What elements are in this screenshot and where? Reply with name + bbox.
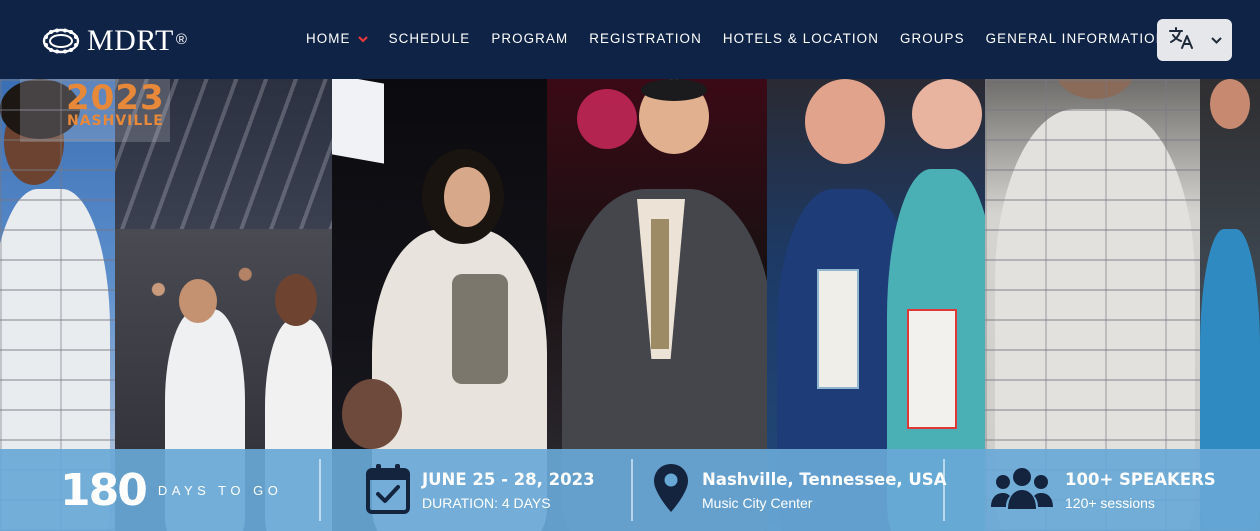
event-location-title: Nashville, Tennessee, USA xyxy=(702,469,947,489)
nav-label: GENERAL INFORMATION xyxy=(985,31,1167,46)
brand-name: MDRT xyxy=(87,24,174,57)
days-count: 180 xyxy=(60,464,148,516)
nav-item-registration[interactable]: REGISTRATION xyxy=(589,31,702,46)
event-venue: Music City Center xyxy=(702,494,813,511)
event-dates: JUNE 25 - 28, 2023 DURATION: 4 DAYS xyxy=(366,449,595,531)
nav-item-hotels-location[interactable]: HOTELS & LOCATION xyxy=(723,31,879,46)
registered-mark: ® xyxy=(175,30,187,48)
divider xyxy=(943,459,945,521)
nav-label: GROUPS xyxy=(899,31,965,46)
sessions-count: 120+ sessions xyxy=(1065,494,1155,511)
nav-item-general-information[interactable]: GENERAL INFORMATION xyxy=(986,31,1184,46)
translate-icon xyxy=(1169,26,1195,54)
nav-label: PROGRAM xyxy=(491,31,569,46)
users-icon xyxy=(991,465,1053,516)
days-label: DAYS TO GO xyxy=(157,482,283,498)
top-navbar: MDRT ® HOME SCHEDULE PROGRAM REGISTRATIO… xyxy=(0,0,1260,79)
event-speakers: 100+ SPEAKERS 120+ sessions xyxy=(991,449,1216,531)
event-year: 2023 xyxy=(66,79,165,118)
event-location: Nashville, Tennessee, USA Music City Cen… xyxy=(652,449,946,531)
nav-label: SCHEDULE xyxy=(388,31,471,46)
nav-label: HOTELS & LOCATION xyxy=(722,31,879,46)
nav-item-program[interactable]: PROGRAM xyxy=(491,31,568,46)
language-selector[interactable] xyxy=(1157,19,1232,61)
event-city: NASHVILLE xyxy=(67,113,164,129)
event-duration: DURATION: 4 DAYS xyxy=(422,494,551,511)
event-badge: 2023 NASHVILLE xyxy=(20,79,170,142)
speakers-title: 100+ SPEAKERS xyxy=(1065,469,1216,489)
event-info-bar: 180 DAYS TO GO JUNE 25 - 28, 2023 DURATI… xyxy=(0,449,1260,531)
mdrt-logo[interactable]: MDRT ® xyxy=(41,26,187,56)
nav-item-schedule[interactable]: SCHEDULE xyxy=(389,31,471,46)
main-nav: HOME SCHEDULE PROGRAM REGISTRATION HOTEL… xyxy=(306,31,1204,46)
nav-item-groups[interactable]: GROUPS xyxy=(900,31,965,46)
chevron-down-icon xyxy=(1211,31,1222,49)
chevron-down-icon xyxy=(357,31,368,46)
divider xyxy=(319,459,321,521)
divider xyxy=(631,459,633,521)
nav-item-home[interactable]: HOME xyxy=(306,31,368,46)
event-dates-title: JUNE 25 - 28, 2023 xyxy=(422,469,595,489)
calendar-check-icon xyxy=(366,462,410,519)
nav-label: REGISTRATION xyxy=(589,31,702,46)
nav-label: HOME xyxy=(306,31,351,46)
map-pin-icon xyxy=(652,462,690,519)
countdown: 180 DAYS TO GO xyxy=(60,449,282,531)
mdrt-emblem-icon xyxy=(42,28,80,54)
